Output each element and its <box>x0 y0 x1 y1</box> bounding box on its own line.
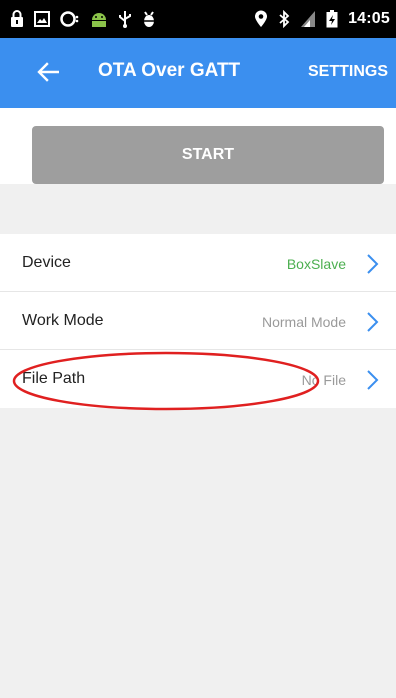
status-time: 14:05 <box>348 10 390 27</box>
work-mode-label: Work Mode <box>22 312 104 329</box>
device-value: BoxSlave <box>286 256 346 272</box>
work-mode-value: Normal Mode <box>261 314 346 330</box>
lock-icon <box>10 10 24 28</box>
settings-list: Device BoxSlave Work Mode Normal Mode Fi… <box>0 234 396 408</box>
location-icon <box>254 10 268 28</box>
start-button[interactable]: START <box>32 126 384 184</box>
status-left-icons <box>10 10 156 28</box>
status-right-icons: 14:05 <box>254 10 390 28</box>
android-icon <box>90 11 108 27</box>
image-icon <box>34 11 50 27</box>
file-path-label: File Path <box>22 370 86 387</box>
settings-button[interactable]: SETTINGS <box>308 63 388 81</box>
device-label: Device <box>22 254 71 271</box>
work-mode-row[interactable]: Work Mode Normal Mode <box>0 292 396 350</box>
debug-icon <box>142 10 156 28</box>
status-bar: 14:05 <box>0 0 396 38</box>
app-bar: OTA Over GATT SETTINGS <box>0 38 396 108</box>
usb-icon <box>118 10 132 28</box>
signal-icon <box>300 10 316 28</box>
app-title: OTA Over GATT <box>98 60 241 81</box>
arrow-left-icon <box>37 62 59 82</box>
chevron-right-icon <box>367 312 379 332</box>
device-row[interactable]: Device BoxSlave <box>0 234 396 292</box>
back-button[interactable] <box>34 58 62 86</box>
chevron-right-icon <box>367 370 379 390</box>
start-panel: START <box>0 108 396 184</box>
file-path-row[interactable]: File Path No File <box>0 350 396 408</box>
bluetooth-icon <box>278 10 290 28</box>
battery-icon <box>326 10 338 28</box>
file-path-value: No File <box>301 372 346 388</box>
chevron-right-icon <box>367 254 379 274</box>
chat-icon <box>60 11 80 27</box>
